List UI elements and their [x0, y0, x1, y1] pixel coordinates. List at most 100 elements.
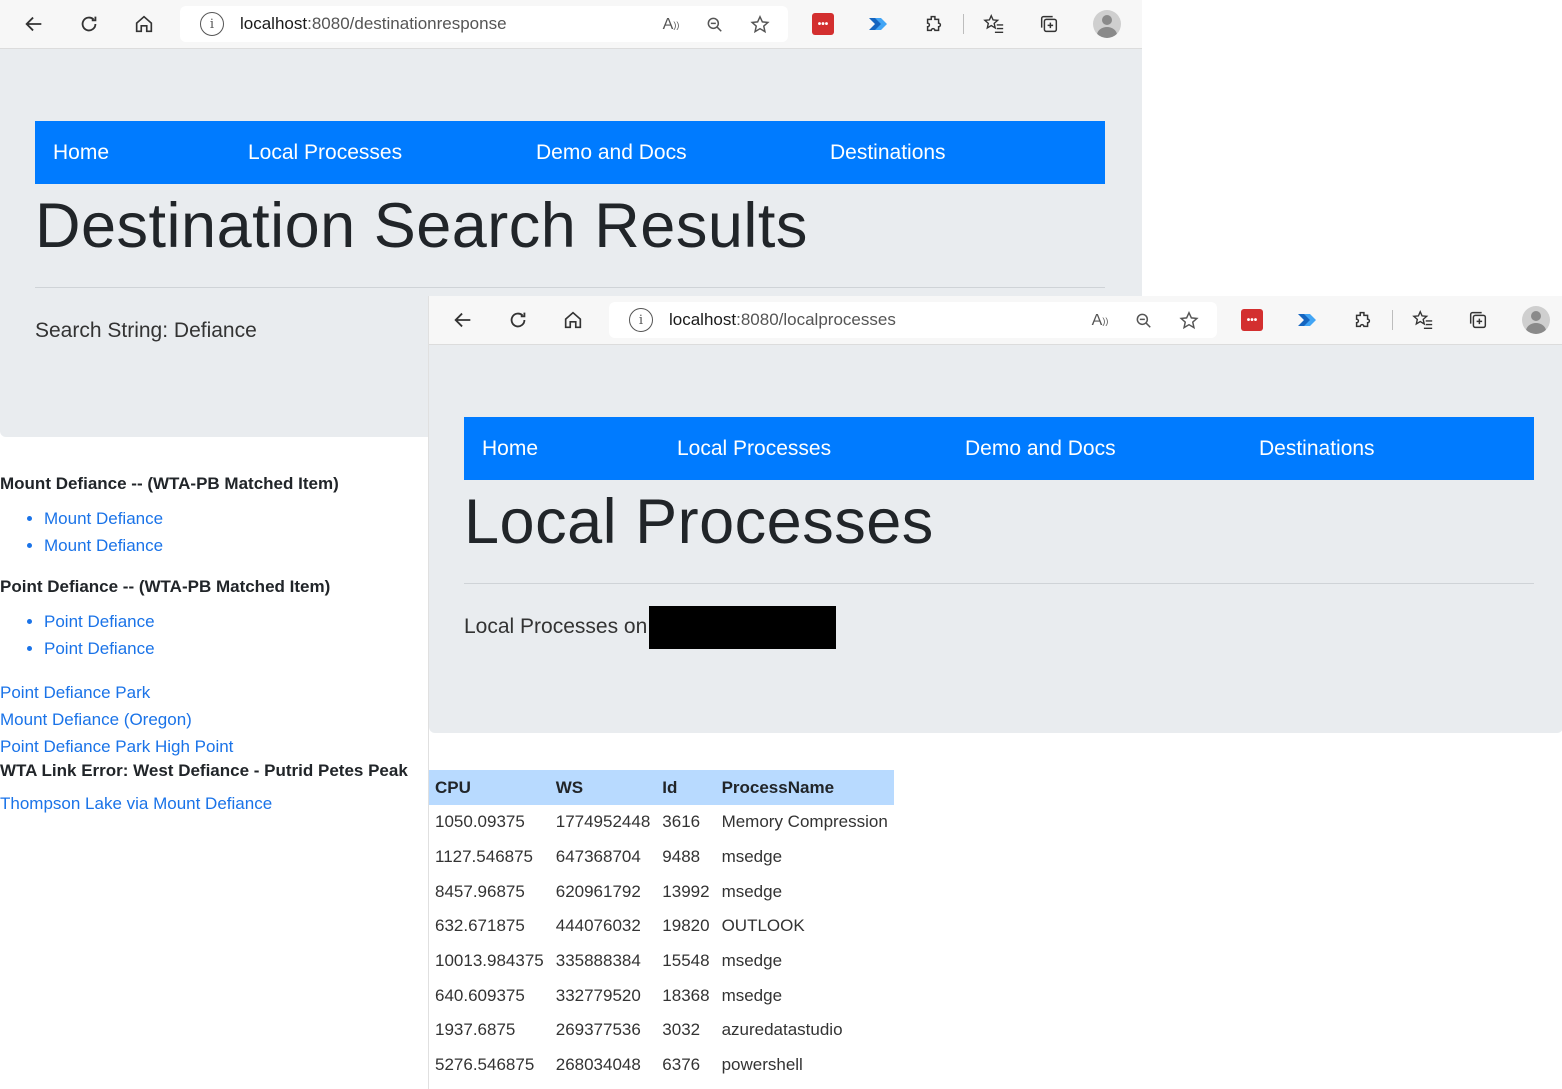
- column-header-processname[interactable]: ProcessName: [715, 770, 894, 805]
- table-cell: 8457.96875: [435, 881, 525, 901]
- lead-text: Local Processes on: [464, 615, 648, 638]
- table-cell: azuredatastudio: [721, 1020, 843, 1040]
- table-cell: 268034048: [555, 1055, 641, 1075]
- home-icon[interactable]: [130, 10, 158, 38]
- url-host: localhost: [669, 310, 737, 329]
- table-cell: 640.609375: [435, 985, 525, 1005]
- url-host: localhost: [240, 14, 308, 33]
- table-cell: 18368: [662, 985, 710, 1005]
- address-bar[interactable]: i localhost:8080/localprocesses A)): [609, 302, 1217, 338]
- table-cell: 1050.09375: [435, 812, 525, 832]
- result-link[interactable]: Point Defiance: [44, 608, 155, 635]
- zoom-out-icon[interactable]: [702, 12, 728, 38]
- result-link[interactable]: Mount Defiance: [44, 532, 163, 559]
- table-cell: msedge: [721, 951, 783, 971]
- table-row: 640.609375 332779520 18368 msedge: [429, 978, 894, 1013]
- result-group-list: Point Defiance Point Defiance: [0, 608, 155, 662]
- nav-destinations[interactable]: Destinations: [1259, 417, 1375, 480]
- browser-toolbar: i localhost:8080/localprocesses A)) •••: [429, 296, 1562, 345]
- column-header-cpu[interactable]: CPU: [429, 770, 550, 805]
- table-cell: powershell: [721, 1055, 803, 1075]
- extensions-icon[interactable]: [1349, 306, 1377, 334]
- refresh-icon[interactable]: [75, 10, 103, 38]
- table-cell: 632.671875: [435, 916, 525, 936]
- nav-demo-and-docs[interactable]: Demo and Docs: [965, 417, 1116, 480]
- page-title: Destination Search Results: [35, 191, 808, 261]
- lastpass-icon[interactable]: •••: [1241, 309, 1263, 331]
- link-error-text: WTA Link Error: West Defiance - Putrid P…: [0, 761, 408, 780]
- nav-home[interactable]: Home: [53, 121, 109, 184]
- local-processes-lead: Local Processes on: [464, 605, 837, 649]
- process-table-body: 1050.09375 1774952448 3616 Memory Compressi…: [429, 805, 894, 1083]
- divider: [464, 583, 1534, 584]
- result-link[interactable]: Point Defiance: [44, 635, 155, 662]
- result-group-heading: Point Defiance -- (WTA-PB Matched Item): [0, 577, 331, 596]
- info-icon[interactable]: i: [629, 308, 653, 332]
- table-row: 8457.96875 620961792 13992 msedge: [429, 874, 894, 909]
- table-cell: 5276.546875: [435, 1055, 535, 1075]
- column-header-id[interactable]: Id: [656, 770, 716, 805]
- profile-avatar-icon[interactable]: [1093, 10, 1121, 38]
- result-link[interactable]: Point Defiance Park High Point: [0, 737, 233, 757]
- nav-local-processes[interactable]: Local Processes: [677, 417, 831, 480]
- navbar: Home Local Processes Demo and Docs Desti…: [35, 121, 1105, 184]
- power-automate-icon[interactable]: [1295, 308, 1319, 332]
- url-path: :8080/destinationresponse: [307, 14, 507, 33]
- table-cell: 335888384: [555, 951, 641, 971]
- power-automate-icon[interactable]: [866, 12, 890, 36]
- search-string-text: Search String: Defiance: [35, 319, 257, 342]
- table-cell: 1127.546875: [435, 847, 534, 867]
- divider: [35, 287, 1105, 288]
- table-cell: 13992: [662, 881, 710, 901]
- table-cell: 3032: [662, 1020, 701, 1040]
- table-row: 10013.984375 335888384 15548 msedge: [429, 944, 894, 979]
- info-icon[interactable]: i: [200, 12, 224, 36]
- back-icon[interactable]: [449, 306, 477, 334]
- nav-demo-and-docs[interactable]: Demo and Docs: [536, 121, 687, 184]
- lastpass-icon[interactable]: •••: [812, 13, 834, 35]
- table-cell: 6376: [662, 1055, 701, 1075]
- redacted-hostname: [649, 605, 837, 649]
- column-header-ws[interactable]: WS: [549, 770, 657, 805]
- table-cell: 332779520: [555, 985, 641, 1005]
- back-icon[interactable]: [20, 10, 48, 38]
- table-cell: Memory Compression: [721, 812, 888, 832]
- table-row: 1937.6875 269377536 3032 azuredatastudio: [429, 1013, 894, 1048]
- home-icon[interactable]: [559, 306, 587, 334]
- read-aloud-icon[interactable]: A)): [658, 12, 684, 38]
- table-cell: 1774952448: [555, 812, 651, 832]
- nav-home[interactable]: Home: [482, 417, 538, 480]
- table-row: 5276.546875 268034048 6376 powershell: [429, 1048, 894, 1083]
- extensions-icon[interactable]: [920, 10, 948, 38]
- refresh-icon[interactable]: [504, 306, 532, 334]
- table-cell: 1937.6875: [435, 1020, 516, 1040]
- table-cell: 9488: [662, 847, 701, 867]
- result-link[interactable]: Mount Defiance: [44, 505, 163, 532]
- table-cell: 647368704: [555, 847, 641, 867]
- favorites-icon[interactable]: [1409, 306, 1437, 334]
- browser-toolbar: i localhost:8080/destinationresponse A))…: [0, 0, 1142, 49]
- result-link[interactable]: Mount Defiance (Oregon): [0, 710, 192, 730]
- table-cell: 3616: [662, 812, 701, 832]
- table-row: 1050.09375 1774952448 3616 Memory Compressi…: [429, 805, 894, 840]
- table-cell: 444076032: [555, 916, 641, 936]
- result-link[interactable]: Point Defiance Park: [0, 683, 150, 703]
- add-favorite-icon[interactable]: [1176, 308, 1202, 334]
- table-cell: OUTLOOK: [721, 916, 805, 936]
- nav-local-processes[interactable]: Local Processes: [248, 121, 402, 184]
- profile-avatar-icon[interactable]: [1522, 306, 1550, 334]
- favorites-icon[interactable]: [980, 10, 1008, 38]
- table-cell: 15548: [662, 951, 710, 971]
- address-bar[interactable]: i localhost:8080/destinationresponse A)): [180, 6, 788, 42]
- result-group-list: Mount Defiance Mount Defiance: [0, 505, 163, 559]
- collections-icon[interactable]: [1035, 10, 1063, 38]
- table-row: 1127.546875 647368704 9488 msedge: [429, 840, 894, 875]
- nav-destinations[interactable]: Destinations: [830, 121, 946, 184]
- read-aloud-icon[interactable]: A)): [1087, 308, 1113, 334]
- add-favorite-icon[interactable]: [747, 12, 773, 38]
- result-group-heading: Mount Defiance -- (WTA-PB Matched Item): [0, 474, 339, 493]
- result-link[interactable]: Thompson Lake via Mount Defiance: [0, 794, 272, 814]
- process-table: CPU WS Id ProcessName 1050.09375 17749524…: [429, 770, 894, 1083]
- collections-icon[interactable]: [1464, 306, 1492, 334]
- zoom-out-icon[interactable]: [1131, 308, 1157, 334]
